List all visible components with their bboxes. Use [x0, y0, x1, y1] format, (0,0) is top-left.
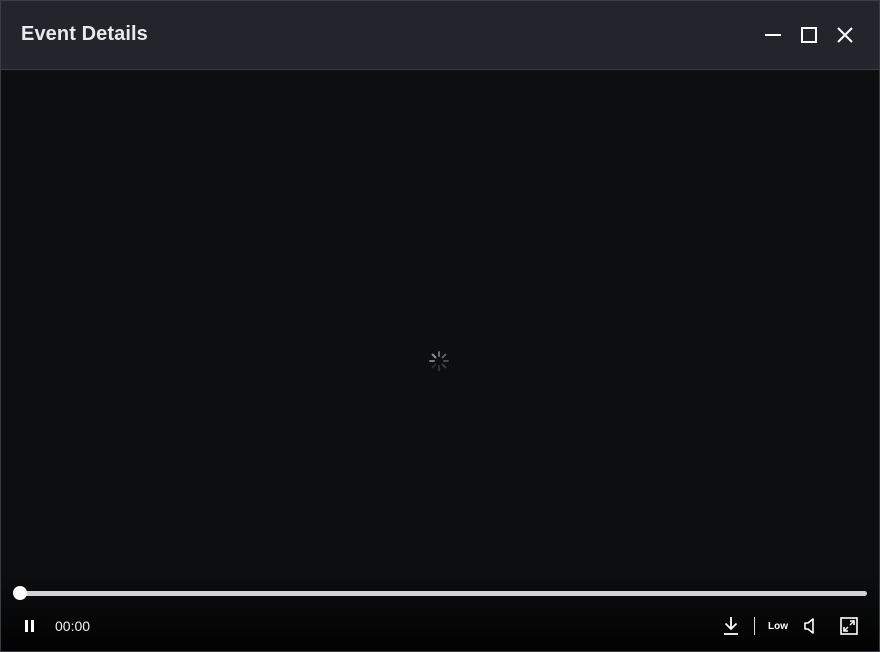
event-details-window: Event Details 00:00 Low	[0, 0, 880, 652]
title-bar: Event Details	[1, 1, 879, 70]
minimize-icon	[765, 34, 781, 36]
seek-bar[interactable]	[20, 591, 867, 596]
pause-button[interactable]	[20, 616, 40, 636]
maximize-button[interactable]	[796, 22, 822, 48]
current-time: 00:00	[55, 618, 91, 634]
minimize-button[interactable]	[760, 22, 786, 48]
maximize-icon	[801, 27, 817, 43]
spinner-icon	[429, 351, 449, 371]
controls-backdrop	[1, 571, 879, 651]
volume-button[interactable]	[800, 615, 820, 637]
pause-icon	[25, 620, 34, 632]
video-player[interactable]: 00:00 Low	[1, 70, 879, 651]
close-icon	[837, 27, 853, 43]
download-icon	[724, 617, 738, 635]
volume-icon	[804, 618, 814, 634]
download-button[interactable]	[719, 615, 743, 637]
fullscreen-button[interactable]	[838, 615, 860, 637]
seek-thumb[interactable]	[13, 586, 27, 600]
window-title: Event Details	[21, 23, 148, 45]
controls-divider	[754, 617, 755, 635]
close-button[interactable]	[832, 22, 858, 48]
quality-button[interactable]: Low	[763, 616, 793, 636]
fullscreen-icon	[840, 617, 858, 635]
